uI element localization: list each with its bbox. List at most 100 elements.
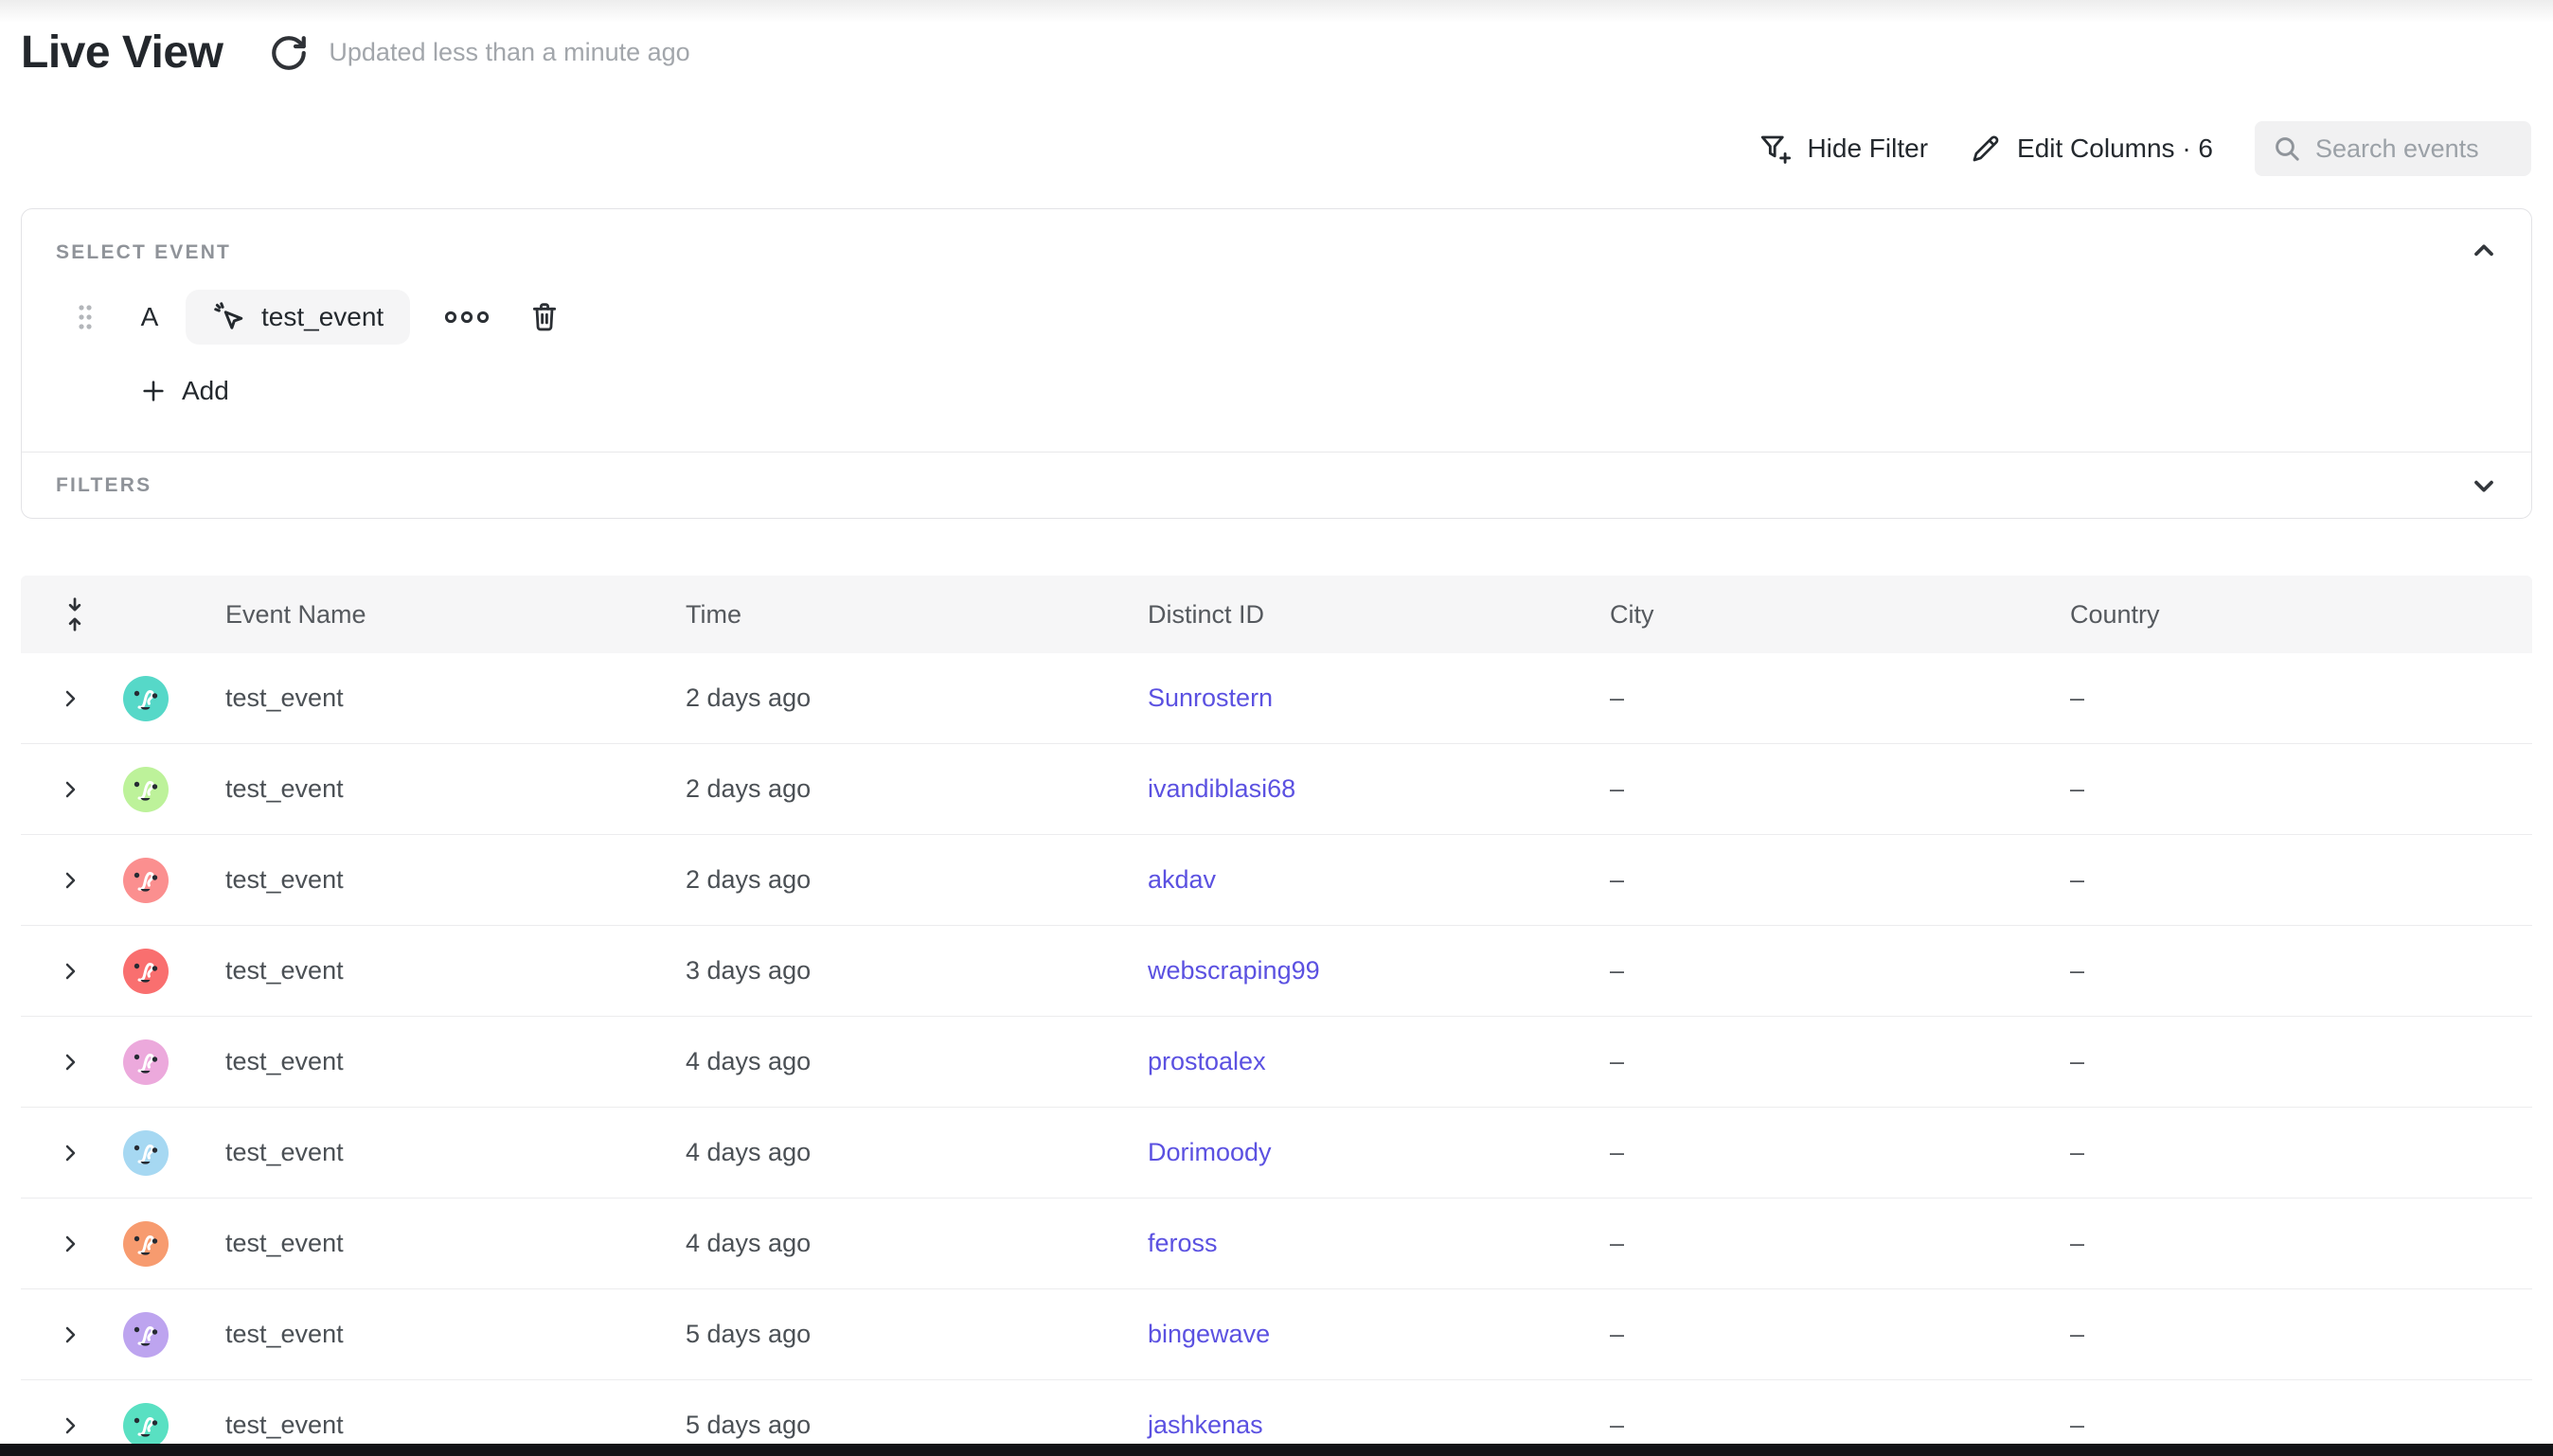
expand-row-button[interactable]: [59, 869, 81, 892]
chevron-up-icon: [2469, 236, 2499, 266]
avatar[interactable]: [123, 1403, 169, 1448]
distinct-id-link[interactable]: Sunrostern: [1148, 684, 1273, 712]
cell-time: 3 days ago: [686, 956, 1148, 985]
chevron-right-icon: [59, 1323, 81, 1346]
search-icon: [2272, 133, 2302, 164]
distinct-id-link[interactable]: ivandiblasi68: [1148, 774, 1295, 803]
cell-city: –: [1610, 1411, 2070, 1440]
expand-row-button[interactable]: [59, 1051, 81, 1074]
cell-country: –: [2070, 684, 2532, 713]
avatar[interactable]: [123, 676, 169, 721]
cell-event-name: test_event: [225, 1411, 686, 1440]
column-header-country[interactable]: Country: [2070, 600, 2532, 630]
query-builder-card: SELECT EVENT A: [21, 208, 2532, 519]
expand-row-button[interactable]: [59, 1414, 81, 1437]
select-event-section: SELECT EVENT A: [22, 209, 2531, 452]
hide-filter-button[interactable]: Hide Filter: [1758, 132, 1928, 166]
cell-time: 2 days ago: [686, 684, 1148, 713]
avatar[interactable]: [123, 1221, 169, 1267]
page-header: Live View Updated less than a minute ago: [21, 27, 690, 79]
collapse-all-button[interactable]: [62, 595, 87, 634]
cell-time: 4 days ago: [686, 1138, 1148, 1167]
distinct-id-link[interactable]: feross: [1148, 1229, 1218, 1257]
delete-event-button[interactable]: [529, 300, 560, 334]
avatar[interactable]: [123, 767, 169, 812]
avatar[interactable]: [123, 1039, 169, 1085]
avatar[interactable]: [123, 1312, 169, 1358]
cell-country: –: [2070, 1411, 2532, 1440]
collapse-vertical-icon: [62, 595, 87, 634]
cell-time: 5 days ago: [686, 1411, 1148, 1440]
table-row: test_event 5 days ago bingewave – –: [21, 1289, 2532, 1380]
edit-columns-label: Edit Columns · 6: [2017, 133, 2213, 164]
cell-time: 4 days ago: [686, 1229, 1148, 1258]
chevron-right-icon: [59, 1142, 81, 1164]
avatar[interactable]: [123, 949, 169, 994]
cell-time: 4 days ago: [686, 1047, 1148, 1076]
table-body: test_event 2 days ago Sunrostern – –: [21, 653, 2532, 1456]
distinct-id-link[interactable]: prostoalex: [1148, 1047, 1266, 1075]
collapse-section-button[interactable]: [2469, 236, 2499, 266]
cell-event-name: test_event: [225, 1229, 686, 1258]
cell-time: 2 days ago: [686, 865, 1148, 895]
distinct-id-link[interactable]: webscraping99: [1148, 956, 1320, 985]
add-event-button[interactable]: Add: [140, 376, 229, 406]
top-scroll-fade: [0, 0, 2553, 23]
filters-label: FILTERS: [56, 474, 152, 497]
distinct-id-link[interactable]: jashkenas: [1148, 1411, 1263, 1439]
cell-time: 2 days ago: [686, 774, 1148, 804]
table-row: test_event 4 days ago prostoalex – –: [21, 1017, 2532, 1108]
search-box[interactable]: [2255, 121, 2531, 176]
column-header-time[interactable]: Time: [686, 600, 1148, 630]
drag-handle-icon[interactable]: [76, 301, 95, 333]
cell-city: –: [1610, 865, 2070, 895]
avatar[interactable]: [123, 1130, 169, 1176]
expand-row-button[interactable]: [59, 778, 81, 801]
table-header: Event Name Time Distinct ID City Country: [21, 576, 2532, 653]
distinct-id-link[interactable]: bingewave: [1148, 1320, 1270, 1348]
chevron-right-icon: [59, 1414, 81, 1437]
table-row: test_event 4 days ago feross – –: [21, 1199, 2532, 1289]
chevron-right-icon: [59, 1051, 81, 1074]
expand-row-button[interactable]: [59, 1142, 81, 1164]
column-header-event-name[interactable]: Event Name: [225, 600, 686, 630]
cell-event-name: test_event: [225, 1138, 686, 1167]
plus-icon: [140, 378, 167, 404]
event-options-button[interactable]: [442, 309, 491, 326]
column-header-city[interactable]: City: [1610, 600, 2070, 630]
cell-event-name: test_event: [225, 865, 686, 895]
expand-row-button[interactable]: [59, 687, 81, 710]
pencil-icon: [1970, 133, 2002, 165]
cell-country: –: [2070, 956, 2532, 985]
expand-row-button[interactable]: [59, 960, 81, 983]
column-header-distinct-id[interactable]: Distinct ID: [1148, 600, 1610, 630]
search-input[interactable]: [2315, 134, 2514, 164]
event-letter: A: [138, 302, 161, 332]
chevron-right-icon: [59, 1233, 81, 1255]
chevron-right-icon: [59, 778, 81, 801]
expand-row-button[interactable]: [59, 1233, 81, 1255]
cell-country: –: [2070, 1138, 2532, 1167]
distinct-id-link[interactable]: Dorimoody: [1148, 1138, 1272, 1166]
table-row: test_event 2 days ago Sunrostern – –: [21, 653, 2532, 744]
cell-city: –: [1610, 1320, 2070, 1349]
edit-columns-button[interactable]: Edit Columns · 6: [1970, 133, 2213, 165]
expand-row-button[interactable]: [59, 1323, 81, 1346]
refresh-button[interactable]: [268, 32, 310, 74]
refresh-icon: [269, 33, 309, 73]
trash-icon: [529, 300, 560, 334]
click-event-icon: [212, 300, 246, 334]
cell-country: –: [2070, 865, 2532, 895]
table-row: test_event 3 days ago webscraping99 – –: [21, 926, 2532, 1017]
cell-city: –: [1610, 684, 2070, 713]
add-label: Add: [182, 376, 229, 406]
cell-city: –: [1610, 1047, 2070, 1076]
three-dots-icon: [442, 309, 491, 326]
select-event-label: SELECT EVENT: [56, 241, 231, 264]
page-title: Live View: [21, 27, 223, 79]
distinct-id-link[interactable]: akdav: [1148, 865, 1216, 894]
expand-filters-button[interactable]: [2469, 471, 2499, 501]
event-select-button[interactable]: test_event: [186, 290, 410, 345]
avatar[interactable]: [123, 858, 169, 903]
cell-city: –: [1610, 956, 2070, 985]
